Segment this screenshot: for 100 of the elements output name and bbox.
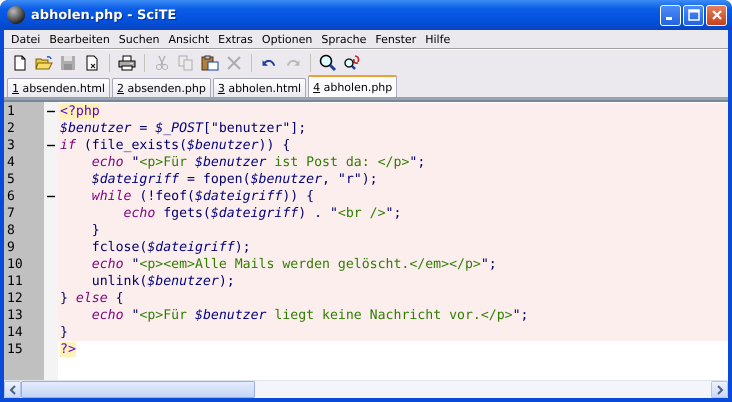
keyword-text: if: [60, 138, 76, 153]
menu-item[interactable]: Hilfe: [421, 32, 456, 46]
code-text: = fopen(: [186, 172, 251, 187]
scroll-right-button[interactable]: [711, 381, 728, 398]
code-text: ": [130, 257, 140, 272]
document-close-icon: [84, 55, 100, 71]
minimize-icon: [666, 17, 672, 20]
window-title: abholen.php - SciTE: [31, 8, 178, 22]
maximize-icon: [688, 9, 700, 21]
keyword-text: while: [90, 189, 132, 204]
code-text: fclose(: [90, 240, 148, 255]
code-text: }: [90, 223, 100, 238]
menu-item[interactable]: Suchen: [114, 32, 165, 46]
menu-item[interactable]: Optionen: [258, 32, 318, 46]
line-number: 2: [6, 120, 16, 137]
menu-item[interactable]: Ansicht: [164, 32, 214, 46]
horizontal-scrollbar[interactable]: [4, 380, 728, 398]
scissors-icon: [154, 55, 170, 71]
menu-item[interactable]: Fenster: [371, 32, 422, 46]
file-tab[interactable]: 4 abholen.php: [308, 75, 398, 97]
menu-item[interactable]: Datei: [7, 32, 46, 46]
clipboard-icon: [201, 55, 219, 71]
code-text: fgets(: [162, 206, 211, 221]
code-text: {: [114, 291, 124, 306]
code-text: ";: [386, 206, 402, 221]
html-string-text: <p><em>Alle Mails werden gelöscht.</em></p>: [139, 257, 481, 272]
variable-text: $benutzer: [147, 274, 219, 289]
menu-item[interactable]: Bearbeiten: [45, 32, 115, 46]
code-text: unlink(: [90, 274, 148, 289]
chevron-right-icon: [716, 384, 724, 394]
line-number: 10: [6, 256, 24, 273]
code-text: ": [130, 308, 140, 323]
variable-text: $dateigriff: [90, 172, 180, 187]
keyword-text: echo: [90, 155, 124, 170]
keyword-text: else: [76, 291, 108, 306]
x-icon: [226, 55, 242, 71]
line-number: 8: [6, 222, 16, 239]
code-text: =: [138, 121, 148, 136]
variable-text: $benutzer: [250, 172, 322, 187]
code-text: (!feof(: [138, 189, 195, 204]
code-text: ": [130, 155, 140, 170]
keyword-text: echo: [90, 308, 124, 323]
line-number: 11: [6, 273, 24, 290]
variable-text: $benutzer: [187, 138, 259, 153]
variable-text: $_POST: [155, 121, 203, 136]
php-tag-text: ?>: [60, 342, 76, 357]
undo-arrow-icon: [262, 59, 276, 67]
html-string-text: liegt keine Nachricht vor.</p>: [273, 308, 513, 323]
code-text: ) . ": [298, 206, 338, 221]
file-tab[interactable]: 2 absenden.php: [112, 78, 211, 97]
printer-icon: [118, 55, 136, 71]
code-editor[interactable]: [4, 100, 728, 398]
html-string-text: <p>Für: [139, 308, 188, 323]
code-text: );: [234, 240, 251, 255]
code-text: ";: [512, 308, 528, 323]
file-tab[interactable]: 1 absenden.html: [7, 78, 110, 97]
redo-arrow-icon: [286, 59, 300, 67]
code-text: )) {: [282, 189, 314, 204]
code-text: )) {: [258, 138, 290, 153]
minimize-button[interactable]: [660, 4, 681, 26]
code-text: ";: [480, 257, 497, 272]
line-number: 3: [6, 137, 16, 154]
scrollbar-thumb[interactable]: [21, 381, 255, 398]
copy-icon: [178, 55, 194, 71]
line-number: 15: [6, 341, 24, 358]
document-icon: [12, 55, 28, 71]
line-number: 9: [6, 239, 16, 256]
variable-text: $benutzer: [195, 155, 266, 170]
code-text: }: [60, 291, 69, 306]
line-number: 5: [6, 171, 16, 188]
html-string-text: ist Post da: </p>: [273, 155, 410, 170]
code-text: (file_exists(: [82, 138, 188, 153]
fold-marker-icon[interactable]: [47, 195, 55, 198]
code-text: ["benutzer"];: [202, 121, 306, 136]
line-number: 12: [6, 290, 24, 307]
variable-text: $dateigriff: [195, 189, 282, 204]
code-text: }: [60, 325, 68, 340]
maximize-button[interactable]: [683, 4, 704, 26]
code-text: , "r");: [322, 172, 378, 187]
line-number: 7: [6, 205, 16, 222]
sphere-icon: [6, 5, 26, 25]
menu-item[interactable]: Sprache: [317, 32, 372, 46]
file-tab[interactable]: 3 abholen.html: [212, 78, 306, 97]
menu-item[interactable]: Extras: [214, 32, 258, 46]
keyword-text: echo: [90, 257, 124, 272]
close-icon: [710, 9, 722, 21]
line-number: 14: [6, 324, 24, 341]
variable-text: $benutzer: [60, 121, 132, 136]
code-text: ";: [409, 155, 426, 170]
php-tag-text: <?php: [60, 104, 100, 119]
search-icon: [319, 54, 337, 72]
keyword-text: echo: [122, 206, 156, 221]
line-number: 4: [6, 154, 16, 171]
variable-text: $benutzer: [195, 308, 266, 323]
chevron-left-icon: [8, 384, 16, 394]
scroll-left-button[interactable]: [4, 381, 21, 398]
fold-marker-icon[interactable]: [47, 110, 55, 113]
fold-marker-icon[interactable]: [47, 144, 55, 147]
folder-icon: [35, 55, 53, 71]
line-number: 13: [6, 307, 24, 324]
